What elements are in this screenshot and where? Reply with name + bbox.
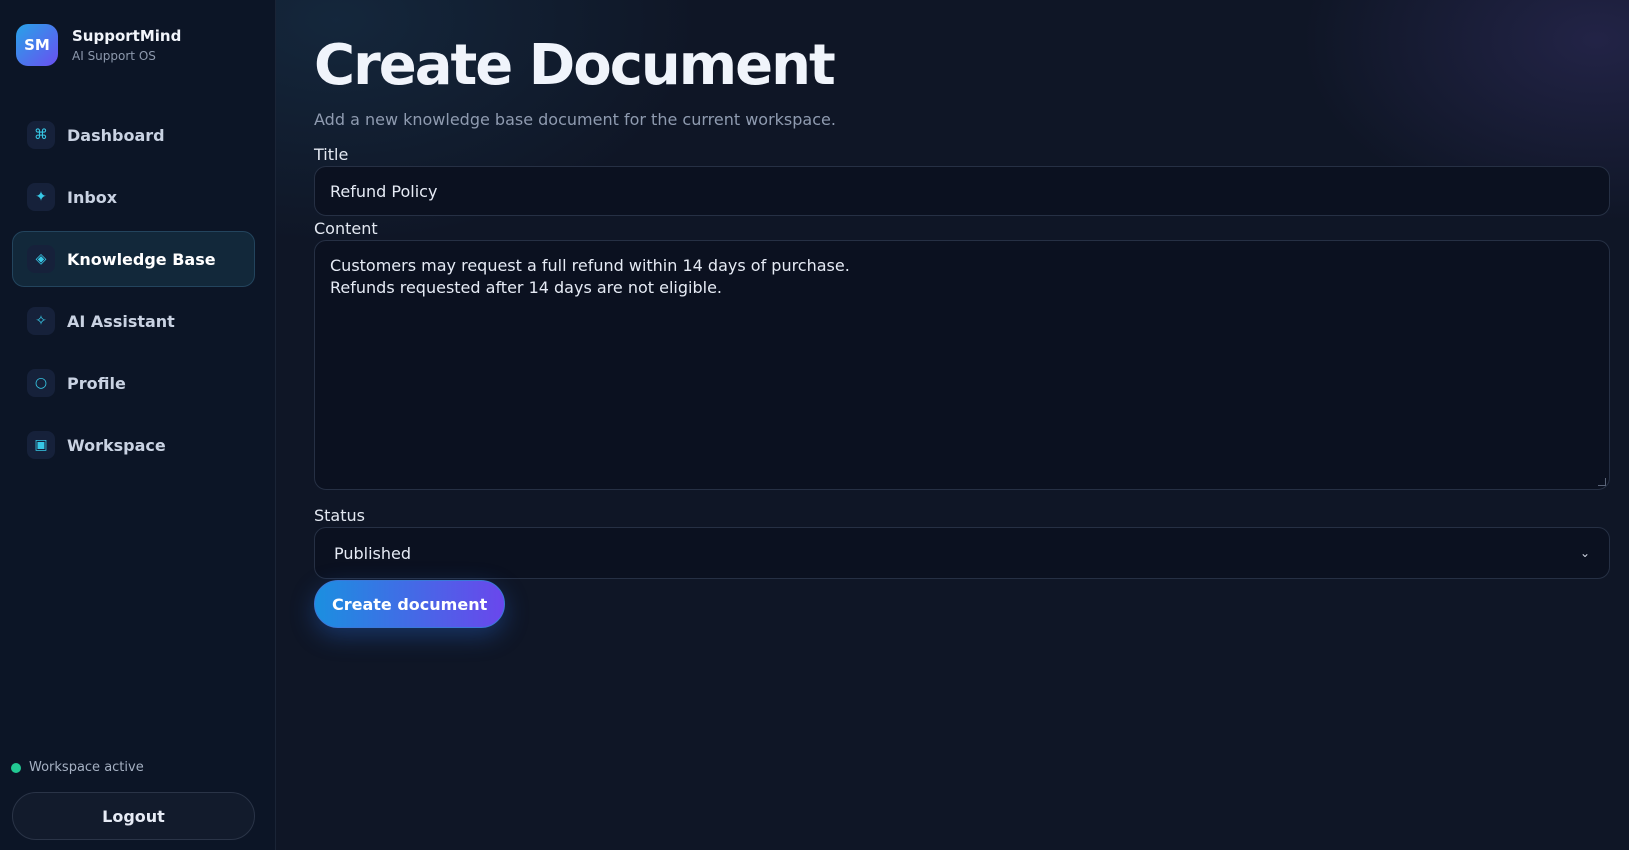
circle-icon: ○ [27,369,55,397]
status-text: Workspace active [29,760,144,775]
sidebar-item-label: Knowledge Base [67,249,216,269]
page-subtitle: Add a new knowledge base document for th… [314,110,836,129]
title-label: Title [314,145,349,164]
sidebar-item-label: Inbox [67,187,118,207]
brand: SM SupportMind AI Support OS [16,24,181,66]
create-document-form: Create Document Add a new knowledge base… [314,30,1610,628]
sidebar-item-profile[interactable]: ○ Profile [12,355,255,411]
create-document-button[interactable]: Create document [314,580,506,628]
sidebar: SM SupportMind AI Support OS ⌘ Dashboard… [0,0,276,850]
diamond-icon: ◈ [27,245,55,273]
title-input[interactable]: Refund Policy [314,166,1610,216]
brand-text: SupportMind AI Support OS [72,27,181,63]
workspace-status: Workspace active [11,760,144,775]
sidebar-item-ai-assistant[interactable]: ✧ AI Assistant [12,293,255,349]
app-shell: SM SupportMind AI Support OS ⌘ Dashboard… [0,0,1629,850]
brand-name: SupportMind [72,27,182,45]
content-label: Content [314,219,378,238]
page-title: Create Document [314,33,836,98]
sidebar-item-dashboard[interactable]: ⌘ Dashboard [12,107,255,163]
sidebar-item-label: AI Assistant [67,311,175,331]
star-outline-icon: ✧ [27,307,55,335]
resize-grip-icon[interactable] [1598,478,1606,486]
square-icon: ▣ [27,431,55,459]
sparkle-icon: ✦ [27,183,55,211]
chevron-down-icon: ⌄ [1579,546,1590,560]
main-content: Create Document Add a new knowledge base… [276,0,1629,850]
logout-button[interactable]: Logout [12,792,255,840]
sidebar-item-knowledge-base[interactable]: ◈ Knowledge Base [12,231,255,287]
status-label: Status [314,506,365,525]
status-dot-icon [11,762,21,773]
sidebar-item-label: Dashboard [67,125,165,145]
command-icon: ⌘ [27,121,55,149]
status-selected-value: Published [334,543,412,563]
sidebar-item-workspace[interactable]: ▣ Workspace [12,417,255,473]
sidebar-item-label: Profile [67,373,126,393]
content-text: Customers may request a full refund with… [330,256,850,297]
brand-logo: SM [16,24,58,66]
content-textarea[interactable]: Customers may request a full refund with… [314,240,1610,490]
status-select[interactable]: Published ⌄ [314,527,1610,579]
sidebar-item-label: Workspace [67,435,166,455]
sidebar-item-inbox[interactable]: ✦ Inbox [12,169,255,225]
sidebar-nav: ⌘ Dashboard ✦ Inbox ◈ Knowledge Base ✧ A… [12,107,255,479]
brand-subtitle: AI Support OS [72,49,156,63]
